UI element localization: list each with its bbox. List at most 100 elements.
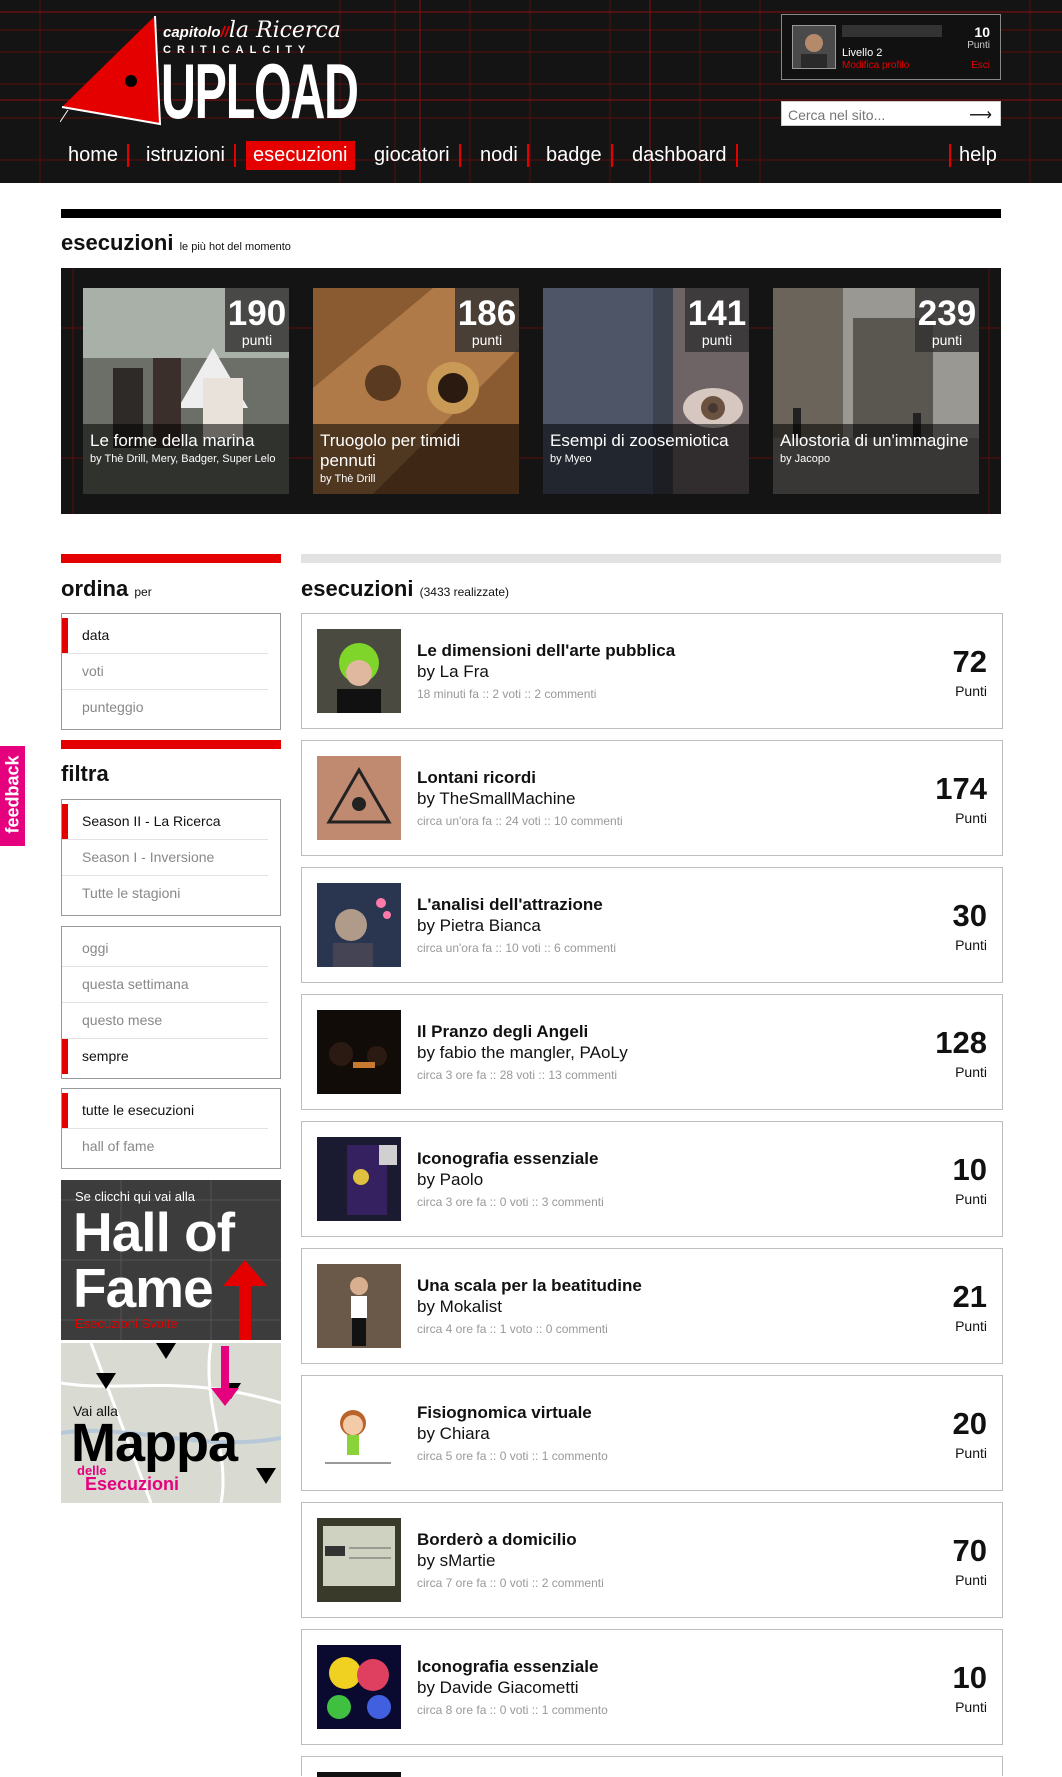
- section-divider: [61, 209, 1001, 218]
- filter-season-2[interactable]: Season II - La Ricerca: [62, 804, 268, 840]
- hot-score: 190 punti: [225, 288, 289, 352]
- nav-help[interactable]: help: [949, 141, 1001, 170]
- section-divider: [301, 554, 1001, 563]
- scope-filter: tutte le esecuzioni hall of fame: [61, 1088, 281, 1169]
- execution-points-label: Punti: [955, 1191, 987, 1207]
- execution-points: 70: [952, 1533, 987, 1568]
- nav-dashboard[interactable]: dashboard: [625, 141, 738, 170]
- execution-points-label: Punti: [955, 810, 987, 826]
- execution-author[interactable]: by TheSmallMachine: [417, 789, 575, 809]
- execution-points: 128: [935, 1025, 987, 1060]
- period-filter: oggi questa settimana questo mese sempre: [61, 926, 281, 1079]
- execution-author[interactable]: by fabio the mangler, PAoLy: [417, 1043, 628, 1063]
- nav-giocatori[interactable]: giocatori: [367, 141, 461, 170]
- execution-item[interactable]: Una scala per la beatitudine by Mokalist…: [301, 1248, 1003, 1364]
- filter-mese[interactable]: questo mese: [62, 1003, 268, 1039]
- sort-title: ordina per: [61, 576, 152, 601]
- execution-title[interactable]: L'analisi dell'attrazione: [417, 895, 603, 915]
- arrow-right-icon[interactable]: ⟶: [969, 105, 992, 125]
- filter-all-seasons[interactable]: Tutte le stagioni: [62, 876, 268, 911]
- execution-item[interactable]: Borderò a domicilio by sMartie circa 7 o…: [301, 1502, 1003, 1618]
- sort-option-punteggio[interactable]: punteggio: [62, 690, 268, 725]
- hot-caption: Esempi di zoosemiotica by Myeo: [543, 424, 749, 494]
- execution-meta: circa un'ora fa :: 24 voti :: 10 comment…: [417, 814, 623, 828]
- execution-thumbnail: [317, 1645, 401, 1729]
- hall-of-fame-banner[interactable]: Se clicchi qui vai alla Hall of Fame Esec…: [61, 1180, 281, 1340]
- execution-author[interactable]: by Chiara: [417, 1424, 490, 1444]
- filter-all-executions[interactable]: tutte le esecuzioni: [62, 1093, 268, 1129]
- map-banner[interactable]: Vai alla Mappa delle Esecuzioni: [61, 1343, 281, 1503]
- filter-settimana[interactable]: questa settimana: [62, 967, 268, 1003]
- execution-title[interactable]: Una scala per la beatitudine: [417, 1276, 642, 1296]
- execution-points: 174: [935, 771, 987, 806]
- execution-author[interactable]: by Paolo: [417, 1170, 483, 1190]
- edit-profile-link[interactable]: Modifica profilo: [842, 60, 909, 71]
- search-box: ⟶: [781, 101, 1001, 126]
- execution-points-label: Punti: [955, 1064, 987, 1080]
- execution-thumbnail: [317, 1010, 401, 1094]
- execution-author[interactable]: by Mokalist: [417, 1297, 502, 1317]
- site-header: capitolo//la Ricerca CRITICALCITY UPLOAD…: [0, 0, 1062, 183]
- execution-title[interactable]: Fisiognomica virtuale: [417, 1403, 592, 1423]
- execution-author[interactable]: by sMartie: [417, 1551, 495, 1571]
- avatar[interactable]: [792, 25, 836, 69]
- execution-thumbnail: [317, 1137, 401, 1221]
- filter-sempre[interactable]: sempre: [62, 1039, 268, 1074]
- execution-points: 20: [952, 1406, 987, 1441]
- hof-subtitle: Esecuzioni Svolte: [75, 1316, 178, 1331]
- hot-score: 141 punti: [685, 288, 749, 352]
- execution-thumbnail: [317, 1391, 401, 1475]
- execution-author[interactable]: by La Fra: [417, 662, 489, 682]
- execution-meta: circa un'ora fa :: 10 voti :: 6 commenti: [417, 941, 617, 955]
- user-points: 10: [974, 24, 990, 40]
- hot-card[interactable]: 186 punti Truogolo per timidi pennuti by T…: [313, 288, 519, 494]
- filter-oggi[interactable]: oggi: [62, 931, 268, 967]
- execution-title[interactable]: Iconografia essenziale: [417, 1657, 598, 1677]
- execution-thumbnail: [317, 1518, 401, 1602]
- execution-meta: circa 5 ore fa :: 0 voti :: 1 commento: [417, 1449, 608, 1463]
- execution-item[interactable]: L'analisi dell'attrazione by Pietra Bian…: [301, 867, 1003, 983]
- filter-season-1[interactable]: Season I - Inversione: [62, 840, 268, 876]
- execution-title[interactable]: Le dimensioni dell'arte pubblica: [417, 641, 675, 661]
- hot-title: esecuzioni le più hot del momento: [61, 230, 291, 255]
- filter-hall-of-fame[interactable]: hall of fame: [62, 1129, 268, 1164]
- execution-thumbnail: [317, 1264, 401, 1348]
- execution-author[interactable]: by Davide Giacometti: [417, 1678, 579, 1698]
- hot-card[interactable]: 141 punti Esempi di zoosemiotica by Myeo: [543, 288, 749, 494]
- execution-item[interactable]: Lontani ricordi by TheSmallMachine circa…: [301, 740, 1003, 856]
- hot-card[interactable]: 239 punti Allostoria di un'immagine by Jac…: [773, 288, 979, 494]
- logout-link[interactable]: Esci: [971, 60, 990, 71]
- sort-option-data[interactable]: data: [62, 618, 268, 654]
- search-input[interactable]: [786, 105, 960, 125]
- execution-points-label: Punti: [955, 1699, 987, 1715]
- nav-home[interactable]: home: [61, 141, 130, 170]
- execution-title[interactable]: Lontani ricordi: [417, 768, 536, 788]
- sort-options: data voti punteggio: [61, 613, 281, 730]
- execution-item[interactable]: Le dimensioni dell'arte pubblica by La F…: [301, 613, 1003, 729]
- nav-nodi[interactable]: nodi: [473, 141, 529, 170]
- execution-meta: circa 4 ore fa :: 1 voto :: 0 commenti: [417, 1322, 608, 1336]
- execution-item[interactable]: [301, 1756, 1003, 1777]
- execution-item[interactable]: Iconografia essenziale by Paolo circa 3 …: [301, 1121, 1003, 1237]
- execution-meta: circa 3 ore fa :: 28 voti :: 13 commenti: [417, 1068, 618, 1082]
- execution-title[interactable]: Il Pranzo degli Angeli: [417, 1022, 588, 1042]
- sort-option-voti[interactable]: voti: [62, 654, 268, 690]
- execution-thumbnail: [317, 883, 401, 967]
- execution-item[interactable]: Il Pranzo degli Angeli by fabio the mang…: [301, 994, 1003, 1110]
- execution-thumbnail: [317, 1772, 401, 1777]
- hot-card[interactable]: 190 punti Le forme della marina by Thè Dri…: [83, 288, 289, 494]
- execution-author[interactable]: by Pietra Bianca: [417, 916, 541, 936]
- execution-item[interactable]: Fisiognomica virtuale by Chiara circa 5 …: [301, 1375, 1003, 1491]
- execution-title[interactable]: Borderò a domicilio: [417, 1530, 577, 1550]
- nav-istruzioni[interactable]: istruzioni: [139, 141, 236, 170]
- execution-item[interactable]: Iconografia essenziale by Davide Giacome…: [301, 1629, 1003, 1745]
- hot-caption: Allostoria di un'immagine by Jacopo: [773, 424, 979, 494]
- execution-title[interactable]: Iconografia essenziale: [417, 1149, 598, 1169]
- hot-score: 186 punti: [455, 288, 519, 352]
- nav-esecuzioni[interactable]: esecuzioni: [246, 141, 355, 170]
- nav-badge[interactable]: badge: [539, 141, 613, 170]
- feedback-tab[interactable]: feedback: [0, 746, 25, 846]
- user-box: Livello 2 Modifica profilo 10 Punti Esci: [781, 14, 1001, 80]
- map-esecuzioni: Esecuzioni: [85, 1474, 180, 1494]
- execution-points-label: Punti: [955, 683, 987, 699]
